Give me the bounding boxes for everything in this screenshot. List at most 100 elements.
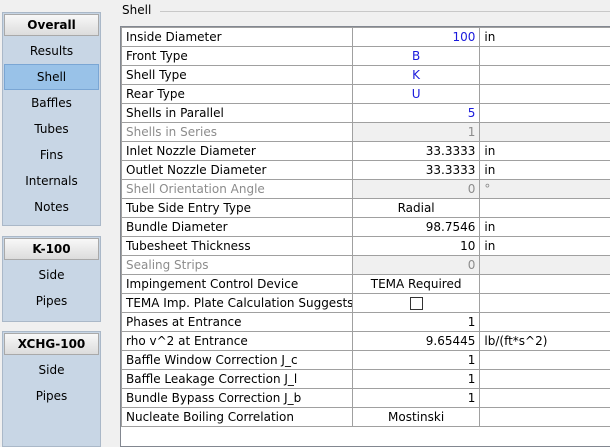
table-row: Shells in Parallel 5 <box>121 103 610 123</box>
nav-item-fins[interactable]: Fins <box>4 142 99 168</box>
row-label: Nucleate Boiling Correlation <box>121 407 353 427</box>
row-unit <box>479 293 610 313</box>
row-unit <box>479 84 610 104</box>
table-row: Outlet Nozzle Diameter 33.3333 in <box>121 160 610 180</box>
row-unit: in <box>479 217 610 237</box>
row-label: Shell Type <box>121 65 353 85</box>
navigation-panel: Overall Results Shell Baffles Tubes Fins… <box>0 0 104 447</box>
table-row: Front Type B <box>121 46 610 66</box>
shell-property-grid: Inside Diameter 100 in Front Type B Shel… <box>120 26 610 447</box>
section-title: Shell <box>122 3 152 17</box>
shell-orientation-angle-value: 0 <box>351 179 481 199</box>
row-label: rho v^2 at Entrance <box>121 331 353 351</box>
rho-v2-at-entrance-value: 9.65445 <box>351 331 481 351</box>
phases-at-entrance-value: 1 <box>351 312 481 332</box>
shell-type-value[interactable]: K <box>351 65 481 85</box>
front-type-value[interactable]: B <box>351 46 481 66</box>
nav-item-notes[interactable]: Notes <box>4 194 99 220</box>
row-unit <box>479 388 610 408</box>
row-label: Inside Diameter <box>121 27 353 47</box>
table-row: TEMA Imp. Plate Calculation Suggests <box>121 293 610 313</box>
nav-group-xchg-100: XCHG-100 Side Pipes <box>2 331 101 447</box>
row-label: Shells in Parallel <box>121 103 353 123</box>
row-unit: in <box>479 141 610 161</box>
row-label: Bundle Bypass Correction J_b <box>121 388 353 408</box>
inlet-nozzle-diameter-value[interactable]: 33.3333 <box>351 141 481 161</box>
table-row: rho v^2 at Entrance 9.65445 lb/(ft*s^2) <box>121 331 610 351</box>
nav-item-xchg-100-pipes[interactable]: Pipes <box>4 383 99 409</box>
inside-diameter-value[interactable]: 100 <box>351 27 481 47</box>
row-unit: in <box>479 27 610 47</box>
row-unit <box>479 103 610 123</box>
table-row: Inside Diameter 100 in <box>121 27 610 47</box>
nav-group-header-k-100[interactable]: K-100 <box>4 238 99 260</box>
nav-group-header-overall[interactable]: Overall <box>4 14 99 36</box>
row-label: Baffle Window Correction J_c <box>121 350 353 370</box>
row-label: Inlet Nozzle Diameter <box>121 141 353 161</box>
row-label: Front Type <box>121 46 353 66</box>
row-label: Phases at Entrance <box>121 312 353 332</box>
impingement-control-device-value[interactable]: TEMA Required <box>351 274 481 294</box>
row-label: Rear Type <box>121 84 353 104</box>
row-label: Sealing Strips <box>121 255 353 275</box>
tubesheet-thickness-value[interactable]: 10 <box>351 236 481 256</box>
row-unit <box>479 122 610 142</box>
shells-in-parallel-value[interactable]: 5 <box>351 103 481 123</box>
table-row: Impingement Control Device TEMA Required <box>121 274 610 294</box>
nav-item-tubes[interactable]: Tubes <box>4 116 99 142</box>
row-label: Baffle Leakage Correction J_l <box>121 369 353 389</box>
table-row: Phases at Entrance 1 <box>121 312 610 332</box>
row-label: Shell Orientation Angle <box>121 179 353 199</box>
tema-imp-plate-checkbox[interactable] <box>409 297 423 310</box>
nav-group-k-100: K-100 Side Pipes <box>2 236 101 322</box>
nav-item-internals[interactable]: Internals <box>4 168 99 194</box>
row-unit: lb/(ft*s^2) <box>479 331 610 351</box>
table-row: Tube Side Entry Type Radial <box>121 198 610 218</box>
row-unit <box>479 350 610 370</box>
table-row: Inlet Nozzle Diameter 33.3333 in <box>121 141 610 161</box>
table-row: Nucleate Boiling Correlation Mostinski <box>121 407 610 427</box>
nav-item-baffles[interactable]: Baffles <box>4 90 99 116</box>
nav-item-shell[interactable]: Shell <box>4 64 99 90</box>
bundle-diameter-value[interactable]: 98.7546 <box>351 217 481 237</box>
nav-item-k-100-side[interactable]: Side <box>4 262 99 288</box>
row-unit: in <box>479 160 610 180</box>
table-row: Sealing Strips 0 <box>121 255 610 275</box>
row-unit <box>479 255 610 275</box>
table-row: Shell Type K <box>121 65 610 85</box>
row-label: Outlet Nozzle Diameter <box>121 160 353 180</box>
nav-item-xchg-100-side[interactable]: Side <box>4 357 99 383</box>
table-row: Bundle Bypass Correction J_b 1 <box>121 388 610 408</box>
row-label: Impingement Control Device <box>121 274 353 294</box>
nucleate-boiling-correlation-value[interactable]: Mostinski <box>351 407 481 427</box>
nav-item-results[interactable]: Results <box>4 38 99 64</box>
table-row: Bundle Diameter 98.7546 in <box>121 217 610 237</box>
table-row: Shells in Series 1 <box>121 122 610 142</box>
rear-type-value[interactable]: U <box>351 84 481 104</box>
section-divider <box>160 11 610 12</box>
row-unit: ° <box>479 179 610 199</box>
bundle-bypass-correction-value: 1 <box>351 388 481 408</box>
nav-group-header-xchg-100[interactable]: XCHG-100 <box>4 333 99 355</box>
row-label: Tubesheet Thickness <box>121 236 353 256</box>
shells-in-series-value: 1 <box>351 122 481 142</box>
tube-side-entry-type-value[interactable]: Radial <box>351 198 481 218</box>
row-unit <box>479 312 610 332</box>
row-unit <box>479 198 610 218</box>
baffle-leakage-correction-value: 1 <box>351 369 481 389</box>
shell-panel: Shell Inside Diameter 100 in Front Type … <box>104 0 610 447</box>
table-row: Shell Orientation Angle 0 ° <box>121 179 610 199</box>
table-row: Tubesheet Thickness 10 in <box>121 236 610 256</box>
row-unit <box>479 407 610 427</box>
row-unit: in <box>479 236 610 256</box>
baffle-window-correction-value: 1 <box>351 350 481 370</box>
table-row: Baffle Leakage Correction J_l 1 <box>121 369 610 389</box>
tema-imp-plate-cell <box>351 293 481 313</box>
outlet-nozzle-diameter-value[interactable]: 33.3333 <box>351 160 481 180</box>
nav-item-k-100-pipes[interactable]: Pipes <box>4 288 99 314</box>
row-unit <box>479 65 610 85</box>
nav-group-overall: Overall Results Shell Baffles Tubes Fins… <box>2 12 101 226</box>
row-label: TEMA Imp. Plate Calculation Suggests <box>121 293 353 313</box>
sealing-strips-value: 0 <box>351 255 481 275</box>
row-label: Bundle Diameter <box>121 217 353 237</box>
